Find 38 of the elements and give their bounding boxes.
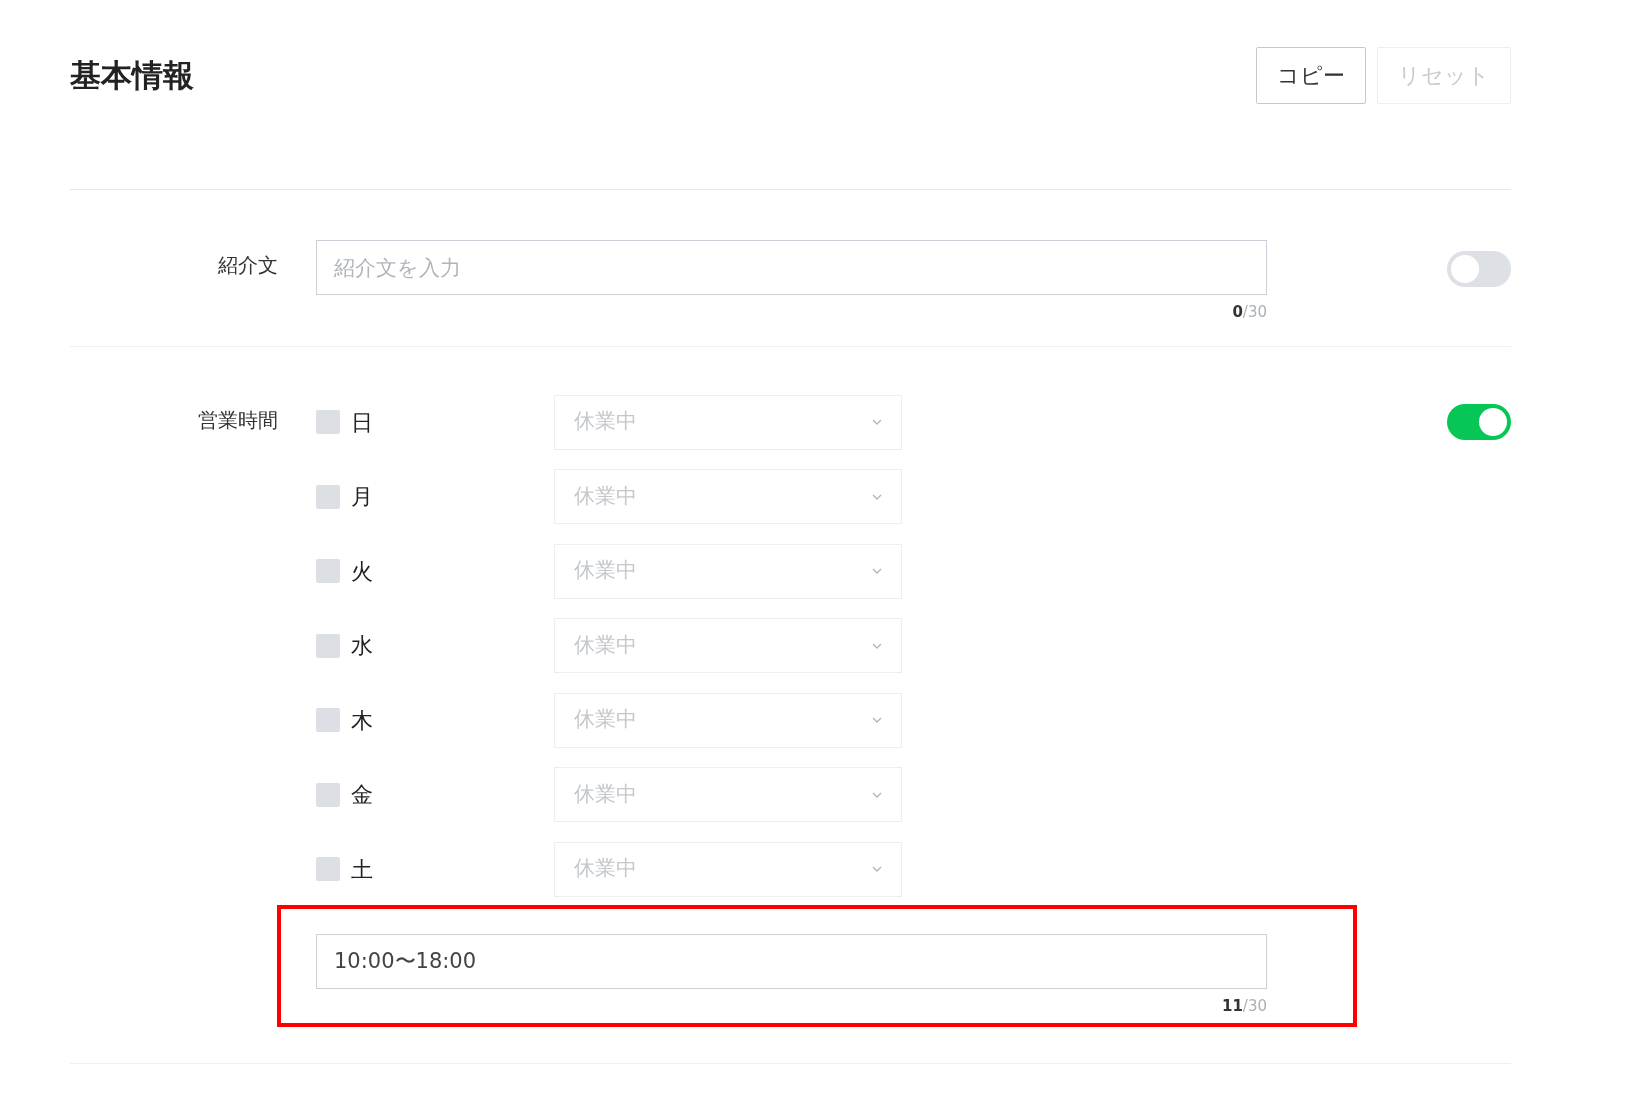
field-label: 営業時間 [197, 406, 278, 434]
header-button[interactable]: コピー [1256, 47, 1366, 104]
day-label: 火 [351, 557, 374, 586]
time-dropdown[interactable]: 休業中 [554, 469, 902, 524]
chevron-down-icon [872, 419, 882, 425]
day-label: 金 [351, 781, 374, 809]
time-dropdown[interactable]: 休業中 [554, 394, 902, 450]
chevron-down-icon [872, 791, 882, 798]
time-dropdown[interactable]: 休業中 [554, 618, 902, 673]
toggle-switch[interactable] [1447, 251, 1511, 287]
character-counter: 0/30 [1231, 302, 1267, 323]
input-field[interactable]: 10:00〜18:00 [316, 933, 1267, 989]
checkbox[interactable] [316, 633, 340, 658]
time-dropdown[interactable]: 休業中 [554, 692, 902, 748]
day-label: 木 [351, 706, 374, 735]
checkbox[interactable] [316, 708, 340, 732]
day-label: 月 [351, 483, 374, 511]
time-dropdown[interactable]: 休業中 [554, 543, 902, 599]
time-dropdown[interactable]: 休業中 [554, 841, 902, 897]
chevron-down-icon [872, 866, 882, 872]
time-dropdown[interactable]: 休業中 [554, 767, 902, 822]
checkbox[interactable] [316, 782, 340, 807]
input-field[interactable]: 紹介文を入力 [316, 240, 1267, 295]
toggle-switch[interactable] [1447, 403, 1511, 440]
checkbox[interactable] [316, 559, 340, 583]
day-label: 日 [351, 408, 374, 437]
character-counter: 11/30 [1221, 995, 1267, 1017]
checkbox[interactable] [316, 857, 340, 881]
chevron-down-icon [872, 642, 882, 649]
day-label: 土 [351, 855, 374, 884]
chevron-down-icon [872, 717, 882, 723]
chevron-down-icon [872, 568, 882, 574]
day-label: 水 [351, 632, 374, 660]
chevron-down-icon [872, 493, 882, 500]
checkbox[interactable] [316, 410, 340, 434]
page-title: 基本情報 [70, 56, 194, 96]
field-label: 紹介文 [217, 252, 278, 279]
checkbox[interactable] [316, 484, 340, 509]
